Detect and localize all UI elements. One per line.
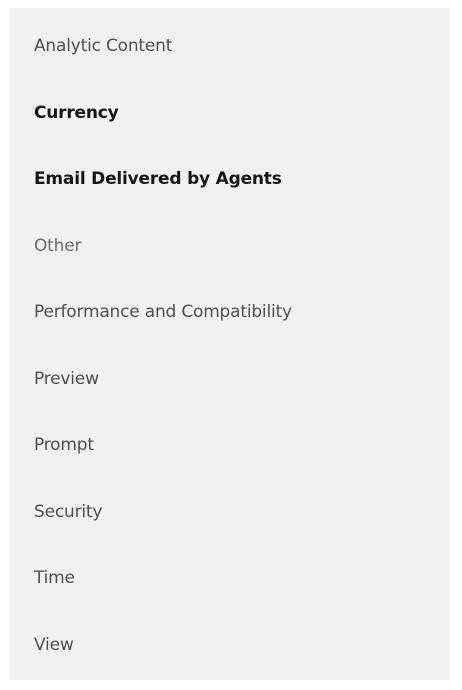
sidebar-item-prompt[interactable]: Prompt (10, 423, 450, 490)
sidebar-item-security[interactable]: Security (10, 490, 450, 557)
category-list: Analytic Content Currency Email Delivere… (10, 24, 450, 689)
sidebar-item-view[interactable]: View (10, 623, 450, 690)
sidebar-item-time[interactable]: Time (10, 556, 450, 623)
sidebar-item-email-delivered-by-agents[interactable]: Email Delivered by Agents (10, 157, 450, 224)
settings-category-sidebar: Analytic Content Currency Email Delivere… (10, 8, 450, 680)
sidebar-item-currency[interactable]: Currency (10, 91, 450, 158)
sidebar-item-other[interactable]: Other (10, 224, 450, 291)
sidebar-item-performance-and-compatibility[interactable]: Performance and Compatibility (10, 290, 450, 357)
sidebar-item-analytic-content[interactable]: Analytic Content (10, 24, 450, 91)
sidebar-item-preview[interactable]: Preview (10, 357, 450, 424)
